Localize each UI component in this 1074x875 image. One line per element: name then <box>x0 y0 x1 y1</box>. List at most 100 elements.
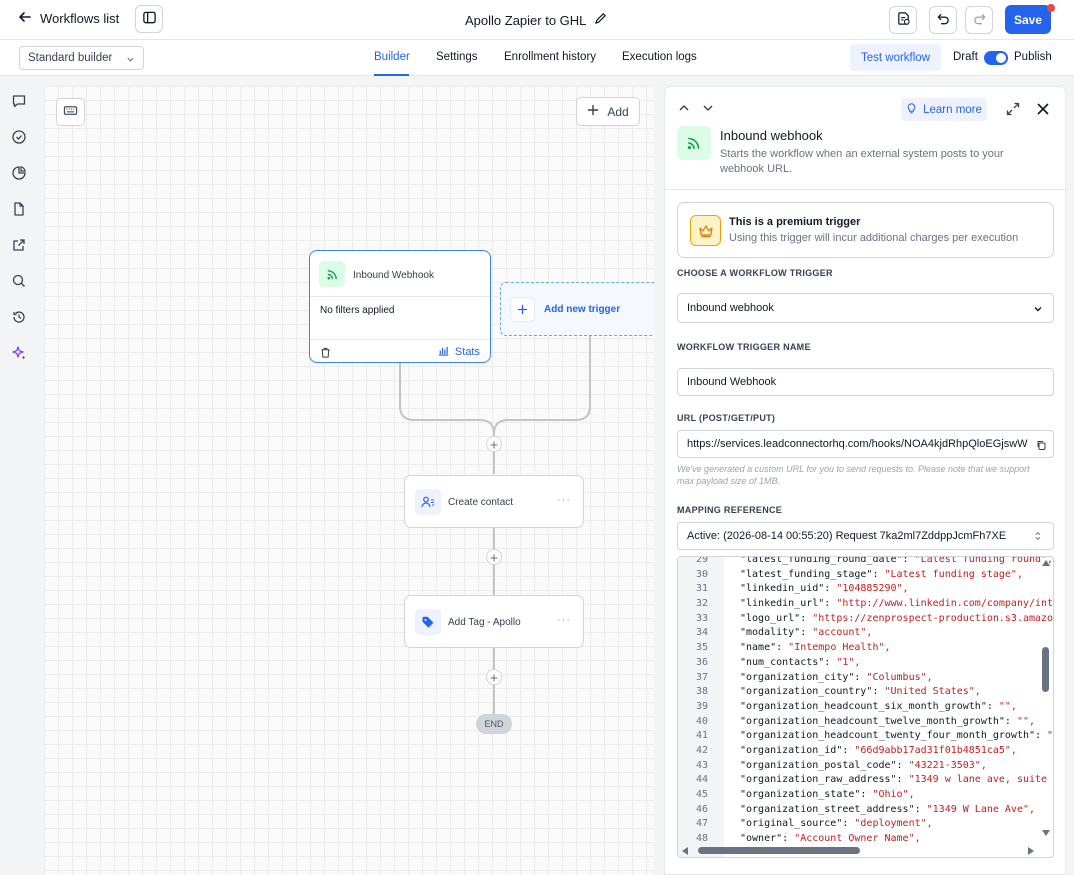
sidebar-panel-icon <box>142 10 157 28</box>
action-node-add-tag-apollo[interactable]: Add Tag - Apollo ··· <box>404 595 584 648</box>
toggle-sidebar-button[interactable] <box>135 5 163 33</box>
scroll-right-icon[interactable] <box>1028 847 1034 855</box>
trash-icon[interactable] <box>320 346 331 358</box>
insert-step-button[interactable] <box>486 549 502 565</box>
more-options-icon[interactable]: ··· <box>557 614 571 626</box>
json-value: "deployment", <box>854 818 933 830</box>
sparkles-icon[interactable] <box>11 345 27 361</box>
line-number: 31 <box>695 583 708 595</box>
tab-enrollment-history[interactable]: Enrollment history <box>504 51 596 63</box>
json-value: "Intempo Health", <box>788 642 891 654</box>
chevron-down-icon[interactable] <box>702 102 714 114</box>
mapping-reference-select[interactable]: Active: (2026-08-14 00:55:20) Request 7k… <box>677 522 1054 550</box>
redo-button[interactable] <box>965 6 993 34</box>
horizontal-scrollbar[interactable] <box>698 847 860 854</box>
tab-settings[interactable]: Settings <box>436 51 478 63</box>
line-number: 42 <box>695 744 708 756</box>
action-node-create-contact[interactable]: Create contact ··· <box>404 475 584 528</box>
document-icon[interactable] <box>11 201 27 217</box>
back-to-workflows[interactable]: Workflows list <box>18 10 119 27</box>
code-line: 32 "linkedin_url": "http://www.linkedin.c… <box>678 597 1053 612</box>
insert-step-button[interactable] <box>486 669 502 685</box>
json-key: "organization_raw_address": <box>740 774 909 786</box>
code-line: 36 "num_contacts": "1", <box>678 656 1053 671</box>
code-text: "organization_state": "Ohio", <box>740 788 915 803</box>
builder-mode-select[interactable]: Standard builder <box>19 46 144 70</box>
scroll-left-icon[interactable] <box>682 847 688 855</box>
code-line: 47 "original_source": "deployment", <box>678 817 1053 832</box>
action-node-name: Create contact <box>448 497 514 508</box>
scroll-down-icon[interactable] <box>1042 830 1050 836</box>
code-line: 43 "organization_postal_code": "43221-350… <box>678 759 1053 774</box>
json-value: "Columbus", <box>866 671 933 683</box>
webhook-url-field[interactable]: https://services.leadconnectorhq.com/hoo… <box>677 430 1054 458</box>
close-icon[interactable] <box>1036 102 1050 116</box>
version-history-button[interactable] <box>889 6 917 34</box>
trigger-node-header: Inbound Webhook <box>310 251 490 297</box>
publish-toggle[interactable] <box>984 51 1008 65</box>
chevron-updown-icon <box>1035 532 1041 540</box>
add-new-trigger-node[interactable]: Add new trigger <box>500 282 654 336</box>
check-circle-icon[interactable] <box>11 129 27 145</box>
pencil-icon[interactable] <box>594 12 607 28</box>
history-icon[interactable] <box>11 309 27 325</box>
workflow-trigger-value: Inbound webhook <box>687 302 774 314</box>
code-text: "organization_street_address": "1349 W L… <box>740 803 1035 818</box>
code-line: 31 "linkedin_uid": "104885290", <box>678 582 1053 597</box>
lightbulb-icon <box>906 102 917 117</box>
json-value: "66d9abb17ad31f01b4851ca5", <box>854 744 1017 756</box>
copy-icon[interactable] <box>1036 440 1046 450</box>
json-key: "organization_headcount_six_month_growth… <box>740 700 999 712</box>
tab-execution-logs[interactable]: Execution logs <box>622 51 697 63</box>
learn-more-button[interactable]: Learn more <box>901 98 987 121</box>
trigger-name-input[interactable]: Inbound Webhook <box>677 368 1054 396</box>
workflow-trigger-select[interactable]: Inbound webhook <box>677 293 1054 323</box>
arrow-left-icon <box>18 10 32 27</box>
add-button[interactable]: Add <box>576 97 640 126</box>
code-lines: 29 "latest_funding_round_date": "Latest f… <box>678 556 1053 847</box>
expand-icon[interactable] <box>1006 102 1020 116</box>
code-text: "organization_raw_address": "1349 w lane… <box>740 773 1047 788</box>
code-line: 45 "organization_state": "Ohio", <box>678 788 1053 803</box>
choose-trigger-label: CHOOSE A WORKFLOW TRIGGER <box>677 268 833 278</box>
insert-step-button[interactable] <box>486 436 502 452</box>
save-button[interactable]: Save <box>1005 5 1051 34</box>
json-value: "", <box>998 700 1017 712</box>
workflow-canvas[interactable]: Add Inbound Webhook No filters applied S… <box>44 86 654 875</box>
line-number: 33 <box>695 612 708 624</box>
code-text: "owner": "Account Owner Name", <box>740 832 921 847</box>
sub-bar: Standard builder Builder Settings Enroll… <box>0 40 1074 76</box>
code-text: "latest_funding_stage": "Latest funding … <box>740 568 1023 583</box>
line-number: 48 <box>695 833 708 845</box>
plus-icon <box>510 297 535 322</box>
chat-icon[interactable] <box>11 93 27 109</box>
test-workflow-button[interactable]: Test workflow <box>850 44 941 71</box>
more-options-icon[interactable]: ··· <box>557 494 571 506</box>
undo-button[interactable] <box>929 6 957 34</box>
line-number: 35 <box>695 642 708 654</box>
pie-chart-icon[interactable] <box>11 165 27 181</box>
code-line: 38 "organization_country": "United States… <box>678 685 1053 700</box>
mapping-reference-label: MAPPING REFERENCE <box>677 505 783 515</box>
webhook-url-value: https://services.leadconnectorhq.com/hoo… <box>687 438 1028 450</box>
json-value: "http://www.linkedin.com/company/int <box>836 598 1054 610</box>
trigger-node-inbound-webhook[interactable]: Inbound Webhook No filters applied Stats <box>309 250 491 363</box>
chevron-up-icon[interactable] <box>678 102 690 114</box>
add-label: Add <box>607 104 629 119</box>
left-rail <box>0 76 40 875</box>
external-link-icon[interactable] <box>11 237 27 253</box>
line-number: 29 <box>695 556 708 565</box>
line-number: 41 <box>695 730 708 742</box>
json-value: "Latest funding stage", <box>884 568 1023 580</box>
keyboard-shortcuts-button[interactable] <box>56 98 85 126</box>
scroll-up-icon[interactable] <box>1042 560 1050 566</box>
tab-builder[interactable]: Builder <box>374 51 410 63</box>
stats-button[interactable]: Stats <box>438 345 480 359</box>
line-number: 45 <box>695 789 708 800</box>
code-text: "organization_id": "66d9abb17ad31f01b485… <box>740 744 1017 759</box>
workflow-title[interactable]: Apollo Zapier to GHL <box>465 12 607 28</box>
trigger-node-name: Inbound Webhook <box>353 270 434 281</box>
payload-code-viewer[interactable]: 29 "latest_funding_round_date": "Latest f… <box>677 556 1054 858</box>
vertical-scrollbar[interactable] <box>1042 647 1049 692</box>
search-icon[interactable] <box>11 273 27 289</box>
